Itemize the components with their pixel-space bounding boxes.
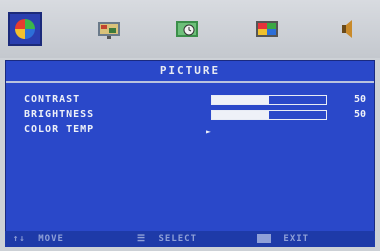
picture-panel: PICTURE CONTRAST 50 BRIGHTNESS 50 COLOR …	[5, 60, 375, 247]
exit-hint: EXIT	[257, 231, 309, 247]
move-hint-label: MOVE	[38, 234, 64, 244]
contrast-slider[interactable]	[211, 95, 327, 105]
brightness-label[interactable]: BRIGHTNESS	[24, 108, 94, 122]
contrast-slider-fill	[212, 96, 269, 104]
color-palette-icon[interactable]	[250, 12, 284, 46]
select-hint: ☰ SELECT	[137, 231, 197, 247]
menu-key-icon	[257, 234, 271, 243]
panel-divider	[6, 81, 374, 83]
move-hint: ↑↓ MOVE	[13, 231, 64, 247]
up-down-arrows-icon: ↑↓	[13, 234, 26, 244]
contrast-value: 50	[353, 94, 366, 105]
contrast-label[interactable]: CONTRAST	[24, 93, 80, 107]
image-setup-icon[interactable]	[92, 12, 126, 46]
footer-hints: ↑↓ MOVE ☰ SELECT EXIT	[5, 231, 375, 247]
brightness-value: 50	[353, 109, 366, 120]
speaker-icon[interactable]	[330, 12, 364, 46]
brightness-slider-fill	[212, 111, 269, 119]
menu-icon-bar	[0, 0, 380, 58]
brightness-slider[interactable]	[211, 110, 327, 120]
color-wheel-icon[interactable]	[8, 12, 42, 46]
color-temp-label[interactable]: COLOR TEMP	[24, 123, 94, 137]
exit-hint-label: EXIT	[283, 234, 310, 244]
select-lines-icon: ☰	[137, 234, 147, 244]
clock-settings-icon[interactable]	[170, 12, 204, 46]
osd-menu: PICTURE CONTRAST 50 BRIGHTNESS 50 COLOR …	[0, 0, 380, 251]
submenu-arrow-icon[interactable]: ►	[206, 127, 211, 136]
panel-title: PICTURE	[159, 64, 221, 77]
select-hint-label: SELECT	[158, 234, 198, 244]
